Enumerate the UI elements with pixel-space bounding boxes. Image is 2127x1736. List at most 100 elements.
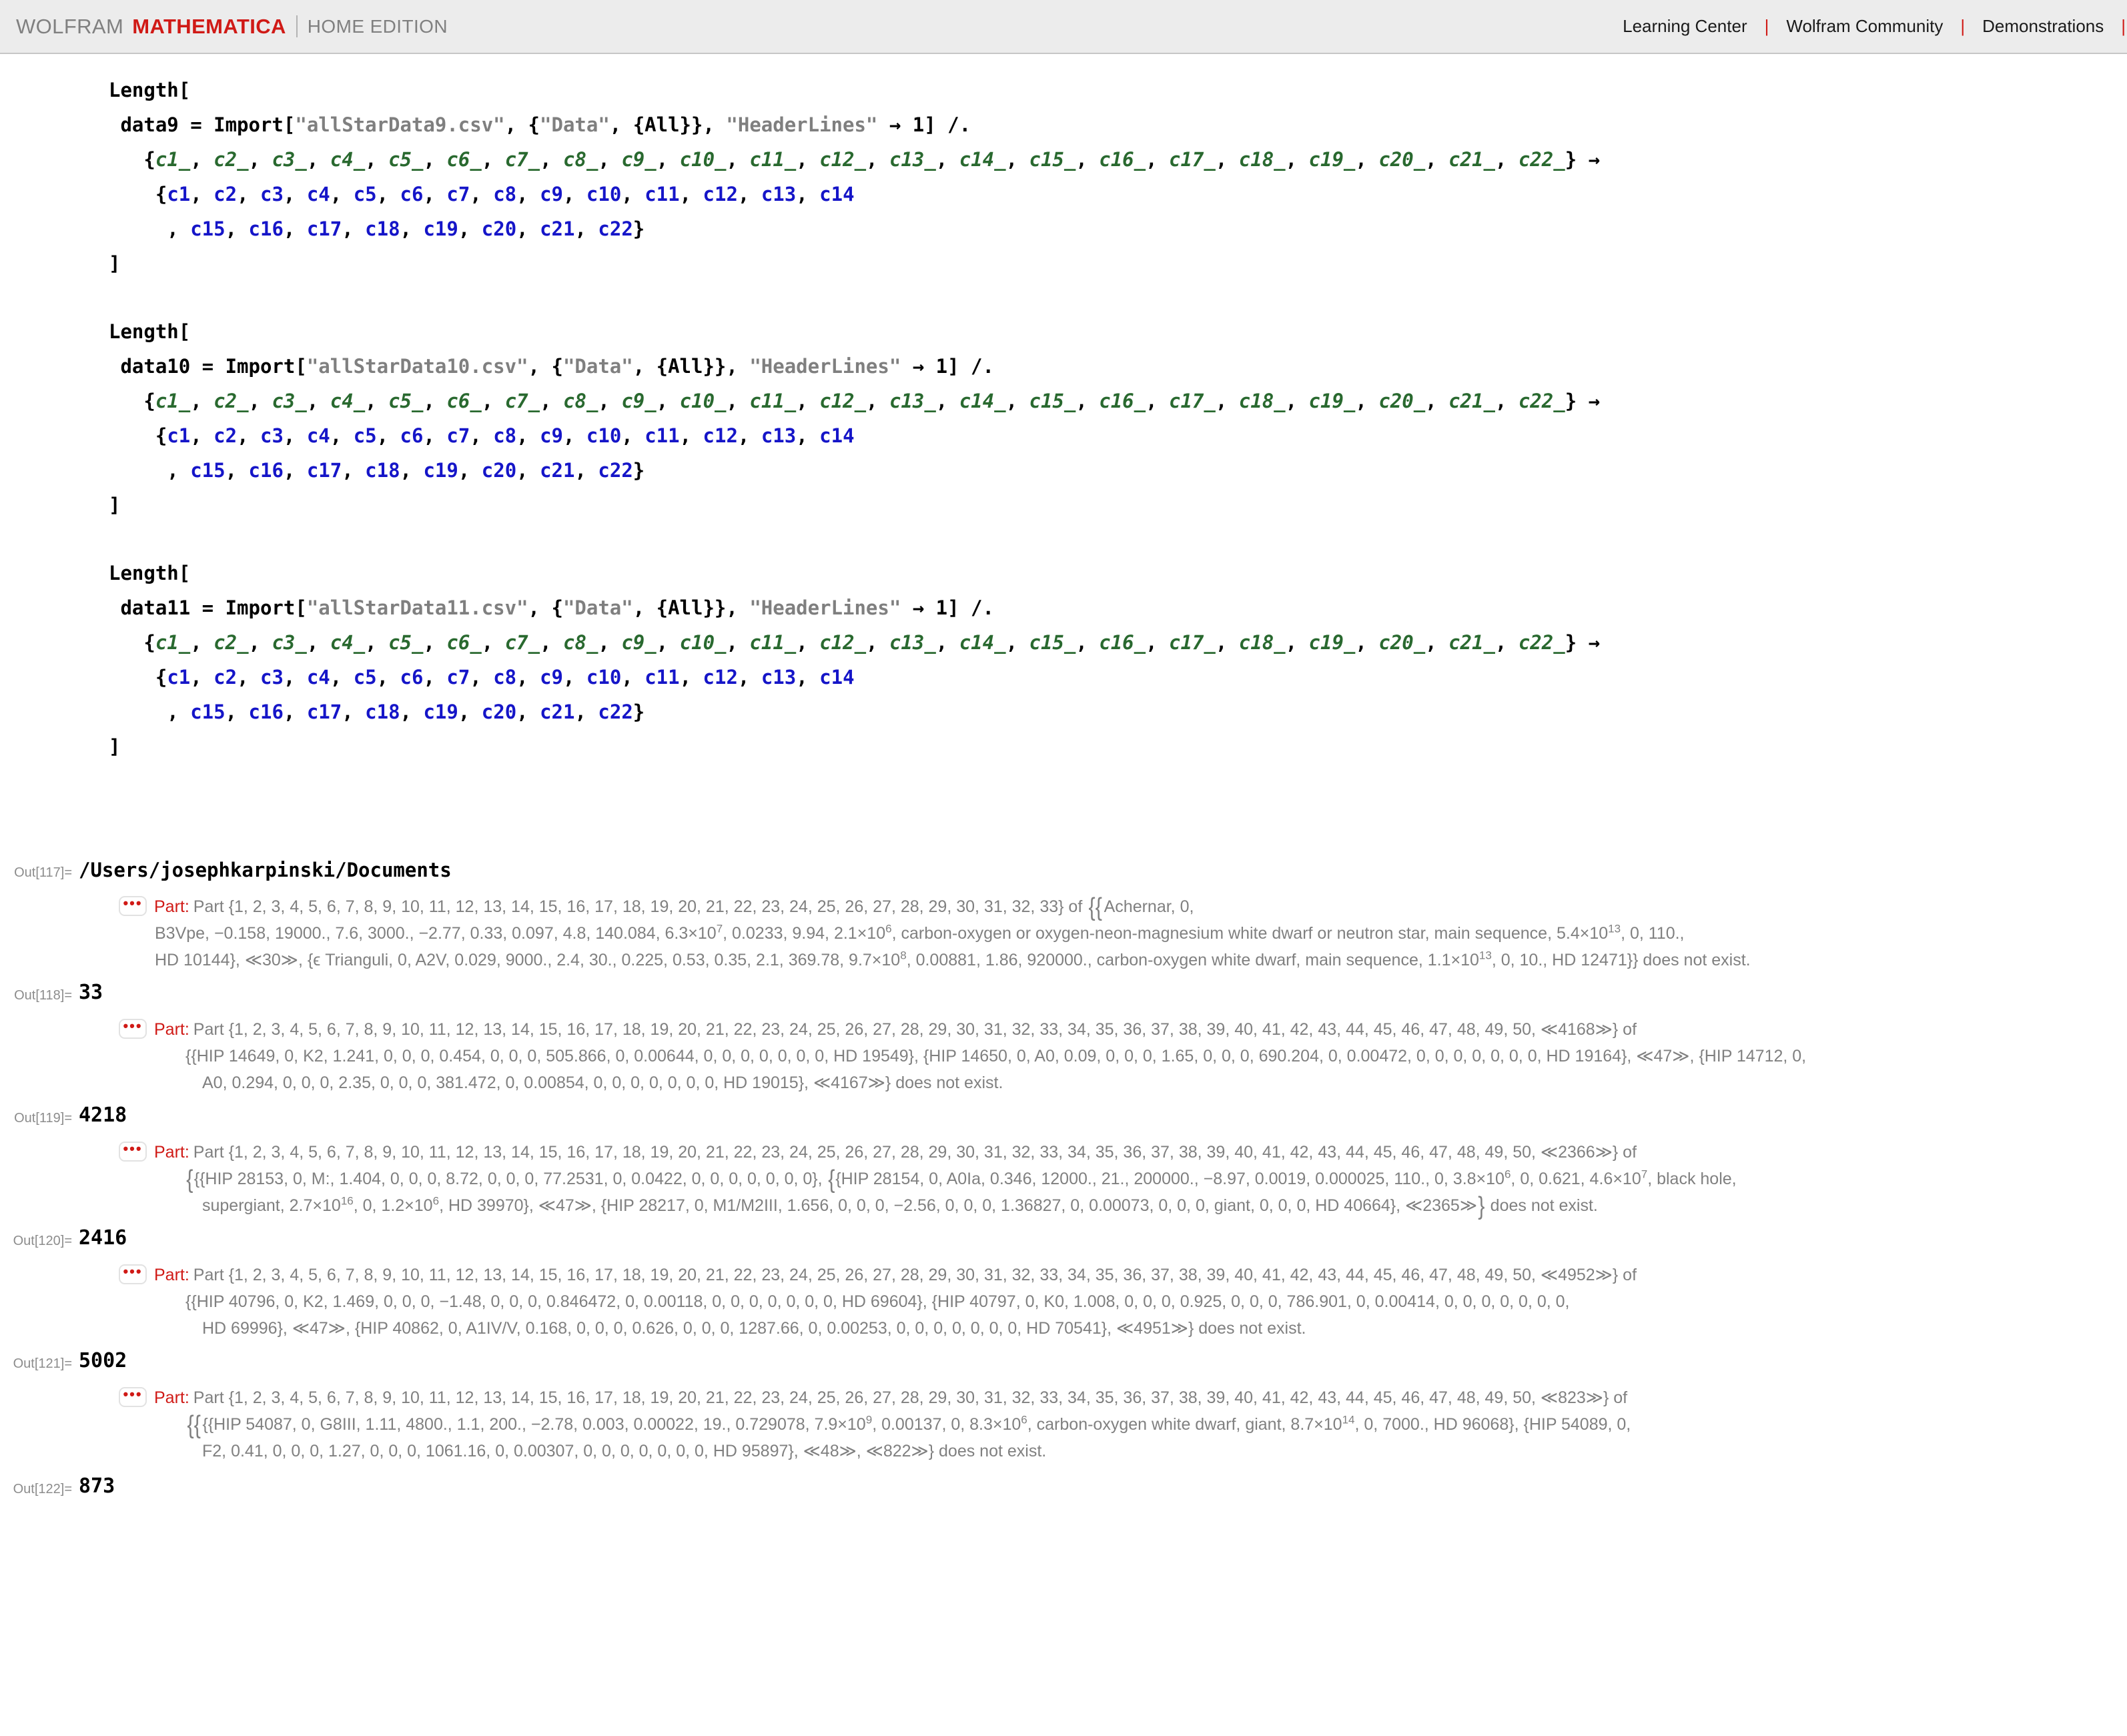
notebook-canvas[interactable]: Length[ data9 = Import["allStarData9.csv… bbox=[0, 54, 2127, 1736]
token-op: , bbox=[1425, 631, 1449, 654]
token-op: , bbox=[562, 183, 586, 205]
message-expand-icon[interactable]: ••• bbox=[119, 1386, 147, 1407]
message-block-part-2[interactable]: ••• Part: Part {1, 2, 3, 4, 5, 6, 7, 8, … bbox=[119, 1016, 2114, 1096]
output-label-122: Out[122]= bbox=[13, 1482, 72, 1496]
token-op: , bbox=[1355, 631, 1379, 654]
message-line-3: supergiant, 2.7×1016, 0, 1.2×106, HD 399… bbox=[202, 1192, 1598, 1220]
token-op: , bbox=[283, 459, 307, 482]
token-op: , bbox=[1146, 148, 1170, 171]
message-block-part-5[interactable]: ••• Part: Part {1, 2, 3, 4, 5, 6, 7, 8, … bbox=[119, 1384, 2114, 1464]
token-op: , bbox=[423, 183, 447, 205]
token-pat: c22_ bbox=[1518, 148, 1565, 171]
token-op: } bbox=[632, 459, 645, 482]
token-op: , bbox=[1425, 390, 1449, 412]
link-learning-center[interactable]: Learning Center bbox=[1605, 16, 1764, 37]
token-sym: c22 bbox=[598, 459, 633, 482]
token-op: , bbox=[516, 424, 540, 447]
output-label-118: Out[118]= bbox=[14, 988, 72, 1003]
token-pat: c10_ bbox=[679, 631, 727, 654]
exponent: 6 bbox=[1504, 1168, 1511, 1181]
token-op: , bbox=[365, 148, 389, 171]
message-block-part-4[interactable]: ••• Part: Part {1, 2, 3, 4, 5, 6, 7, 8, … bbox=[119, 1262, 2114, 1342]
exponent: 8 bbox=[900, 949, 907, 962]
code-line: ] bbox=[109, 729, 2127, 764]
token-op: , bbox=[283, 218, 307, 240]
token-pat: c15_ bbox=[1029, 148, 1076, 171]
message-block-part-1[interactable]: ••• Part: Part {1, 2, 3, 4, 5, 6, 7, 8, … bbox=[119, 893, 2114, 973]
code-line: data11 = Import["allStarData11.csv", {"D… bbox=[109, 590, 2127, 625]
token-op: , bbox=[1495, 390, 1519, 412]
token-op: , bbox=[342, 218, 366, 240]
token-sym: c7 bbox=[446, 424, 470, 447]
token-sym: c15 bbox=[190, 701, 226, 723]
output-row-120: Out[120]= 2416 bbox=[0, 1226, 2127, 1251]
token-op: , bbox=[656, 390, 680, 412]
token-op: Length[ bbox=[109, 320, 191, 343]
token-pat: c6_ bbox=[446, 148, 482, 171]
token-op: } → bbox=[1565, 390, 1601, 412]
token-op: , bbox=[679, 666, 703, 689]
message-expand-icon[interactable]: ••• bbox=[119, 895, 147, 916]
link-demonstrations[interactable]: Demonstrations bbox=[1965, 16, 2121, 37]
message-expand-icon[interactable]: ••• bbox=[119, 1141, 147, 1162]
token-pat: c21_ bbox=[1448, 148, 1495, 171]
token-str: "allStarData9.csv" bbox=[295, 113, 505, 136]
token-sym: c14 bbox=[819, 183, 855, 205]
message-expand-icon[interactable]: ••• bbox=[119, 1018, 147, 1039]
token-sym: c4 bbox=[306, 666, 330, 689]
toolbar-separator: | bbox=[1764, 16, 1769, 36]
output-label-120: Out[120]= bbox=[13, 1234, 72, 1248]
token-pat: c14_ bbox=[959, 390, 1006, 412]
input-cell-cell-data9[interactable]: Length[ data9 = Import["allStarData9.csv… bbox=[109, 73, 2127, 281]
token-op: , bbox=[283, 666, 307, 689]
link-wolfram-community[interactable]: Wolfram Community bbox=[1769, 16, 1960, 37]
token-sym: c9 bbox=[540, 666, 563, 689]
input-cell-cell-data10[interactable]: Length[ data10 = Import["allStarData10.c… bbox=[109, 314, 2127, 522]
input-cells-container[interactable]: Length[ data9 = Import["allStarData9.csv… bbox=[0, 73, 2127, 764]
input-cell-cell-data11[interactable]: Length[ data11 = Import["allStarData11.c… bbox=[109, 556, 2127, 764]
token-op: , bbox=[1285, 148, 1309, 171]
message-block-part-3[interactable]: ••• Part: Part {1, 2, 3, 4, 5, 6, 7, 8, … bbox=[119, 1139, 2114, 1219]
token-sym: c8 bbox=[493, 424, 517, 447]
token-op: , bbox=[1005, 631, 1029, 654]
token-op: , bbox=[796, 631, 820, 654]
message-expand-icon[interactable]: ••• bbox=[119, 1264, 147, 1284]
message-body: Part {1, 2, 3, 4, 5, 6, 7, 8, 9, 10, 11,… bbox=[193, 1388, 1628, 1407]
token-op: , bbox=[481, 390, 505, 412]
token-pat: c17_ bbox=[1169, 631, 1216, 654]
token-sym: c6 bbox=[400, 666, 424, 689]
token-pat: c4_ bbox=[330, 631, 366, 654]
token-op: data10 = Import[ bbox=[109, 355, 307, 378]
token-pat: c6_ bbox=[446, 390, 482, 412]
token-op: , bbox=[1146, 631, 1170, 654]
token-pat: c15_ bbox=[1029, 390, 1076, 412]
token-sym: c15 bbox=[190, 218, 226, 240]
token-sym: c6 bbox=[400, 183, 424, 205]
token-op: , bbox=[458, 701, 482, 723]
token-op: , bbox=[225, 218, 249, 240]
token-op: Length[ bbox=[109, 79, 191, 101]
token-sym: c22 bbox=[598, 701, 633, 723]
token-op: , bbox=[726, 631, 750, 654]
token-op: , bbox=[190, 424, 214, 447]
token-sym: c1 bbox=[167, 183, 191, 205]
token-op: , bbox=[470, 183, 494, 205]
token-op: , bbox=[330, 424, 354, 447]
token-sym: c3 bbox=[260, 666, 284, 689]
token-op: , bbox=[598, 148, 622, 171]
exponent: 14 bbox=[1342, 1413, 1355, 1426]
token-pat: c13_ bbox=[889, 631, 936, 654]
token-sym: c20 bbox=[481, 701, 517, 723]
token-op: , bbox=[679, 183, 703, 205]
output-value-120: 2416 bbox=[79, 1226, 127, 1250]
token-op: , bbox=[248, 631, 272, 654]
token-op: , bbox=[423, 390, 447, 412]
token-op: , bbox=[190, 631, 214, 654]
token-op: , bbox=[796, 424, 820, 447]
token-sym: c6 bbox=[400, 424, 424, 447]
token-op: , bbox=[225, 459, 249, 482]
token-pat: c3_ bbox=[272, 390, 307, 412]
token-op: , bbox=[935, 390, 959, 412]
token-op: , {All}}, bbox=[609, 113, 727, 136]
token-op: , bbox=[248, 390, 272, 412]
